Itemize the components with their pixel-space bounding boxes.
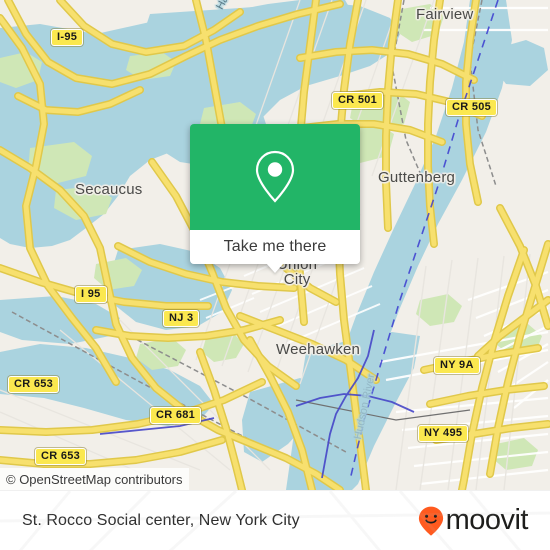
road-shield: NJ 3 bbox=[163, 310, 200, 327]
road-shield: I 95 bbox=[75, 286, 107, 303]
footer-bar: St. Rocco Social center, New York City m… bbox=[0, 490, 550, 550]
road-shield: CR 653 bbox=[35, 448, 87, 465]
screenshot-root: Fairview Secaucus Guttenberg Union City Weeha… bbox=[0, 0, 550, 550]
popup-image-area bbox=[190, 124, 360, 230]
place-popup-card[interactable]: Take me there bbox=[190, 124, 360, 273]
map-pin-icon bbox=[255, 150, 295, 203]
take-me-there-button[interactable]: Take me there bbox=[224, 238, 327, 256]
road-shield: NY 9A bbox=[434, 357, 480, 374]
road-shield: CR 653 bbox=[8, 376, 60, 393]
road-shield: CR 501 bbox=[332, 92, 384, 109]
map-canvas[interactable]: Fairview Secaucus Guttenberg Union City Weeha… bbox=[0, 0, 550, 490]
moovit-wordmark: moovit bbox=[445, 504, 529, 536]
road-shield: I-95 bbox=[51, 29, 84, 46]
moovit-smiley-pin-icon bbox=[418, 506, 443, 536]
road-shield: NY 495 bbox=[418, 425, 469, 442]
popup-action-bar[interactable]: Take me there bbox=[190, 230, 360, 273]
road-shield: CR 681 bbox=[150, 407, 202, 424]
map-attribution[interactable]: © OpenStreetMap contributors bbox=[0, 468, 189, 490]
popup-tail bbox=[266, 263, 284, 273]
attribution-text: © OpenStreetMap contributors bbox=[6, 471, 183, 487]
road-shield: CR 505 bbox=[446, 99, 498, 116]
moovit-logo[interactable]: moovit bbox=[418, 504, 529, 536]
page-title: St. Rocco Social center, New York City bbox=[22, 511, 300, 529]
